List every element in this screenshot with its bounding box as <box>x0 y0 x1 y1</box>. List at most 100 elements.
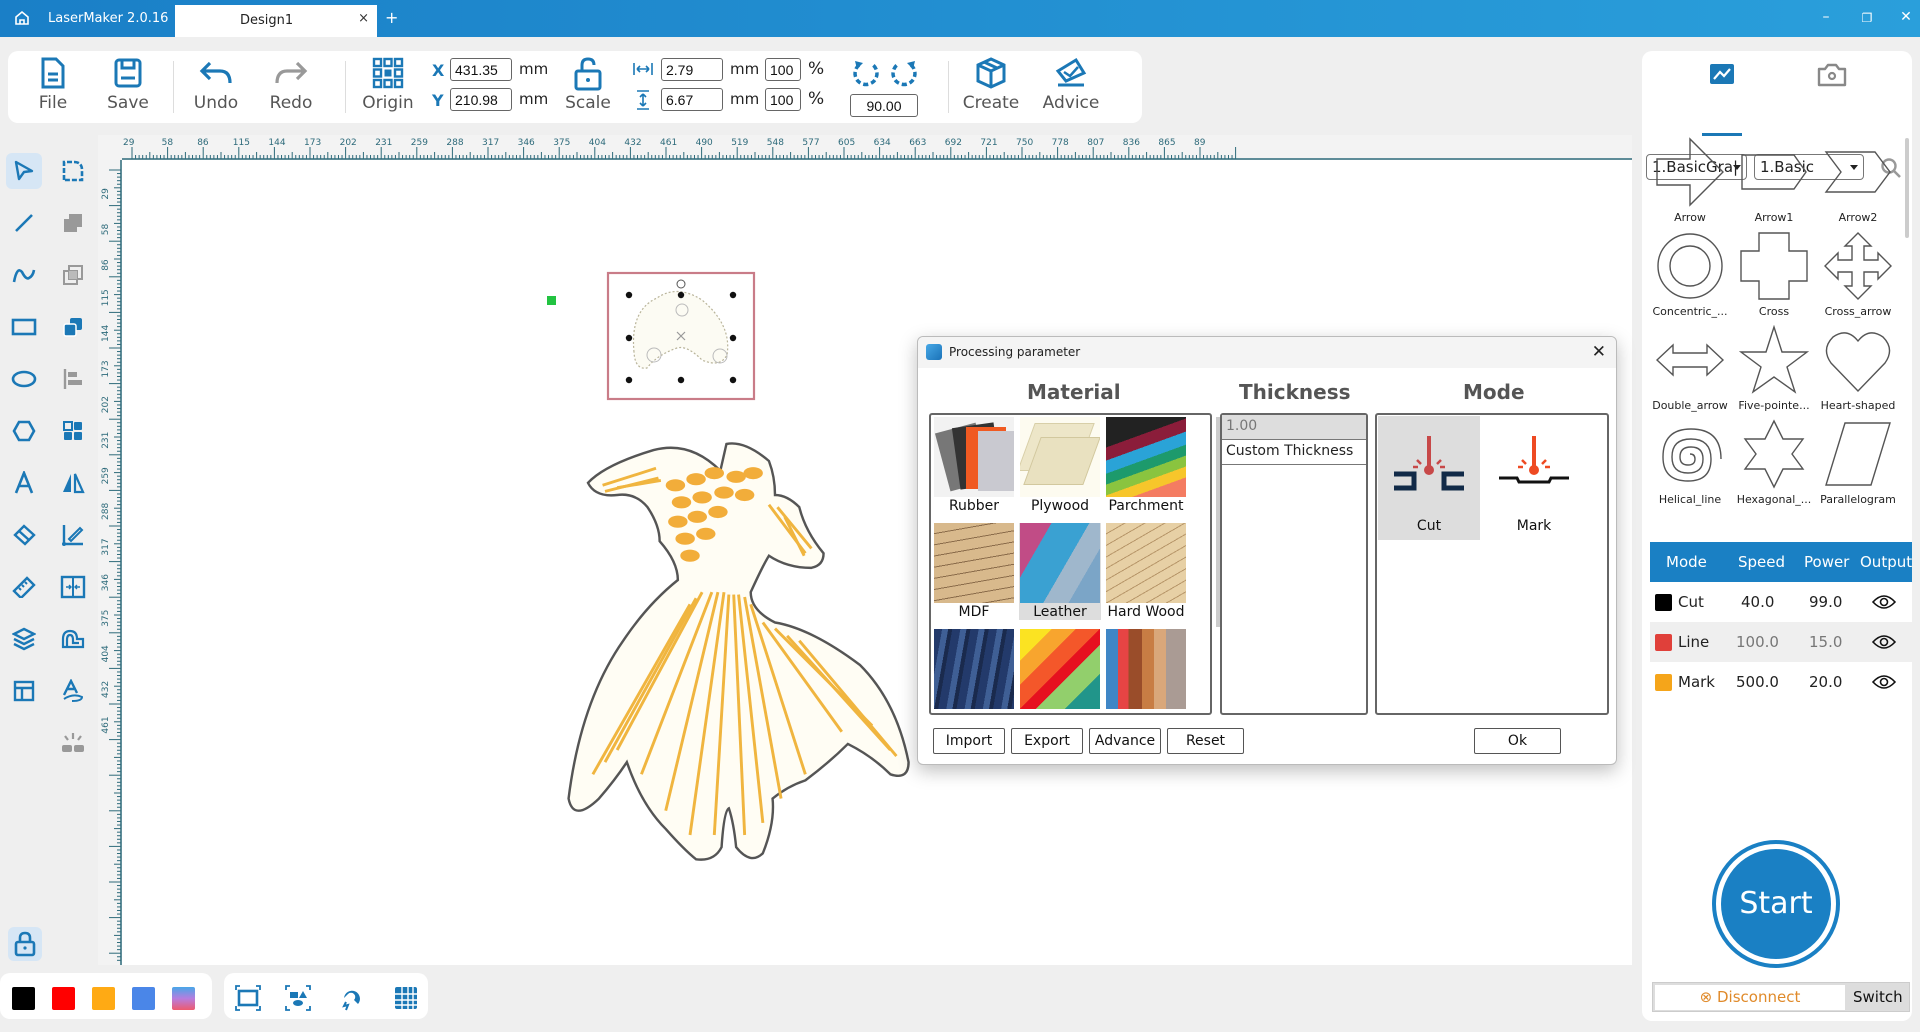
ok-button[interactable]: Ok <box>1474 728 1561 754</box>
tab-close-icon[interactable]: × <box>358 11 369 26</box>
thickness-option-1[interactable]: 1.00 <box>1222 415 1366 440</box>
vertical-ruler[interactable]: 29 58 86 115 144 173 202 231 259 288 317 346 375 404 4… <box>98 135 122 965</box>
layers-tool[interactable] <box>6 621 42 657</box>
laser-tool[interactable] <box>55 725 91 761</box>
eye-icon[interactable] <box>1872 634 1896 650</box>
reset-button[interactable]: Reset <box>1167 728 1244 754</box>
file-button[interactable]: File <box>23 57 83 113</box>
redo-button[interactable]: Redo <box>261 57 321 113</box>
shape-five-pointed-star[interactable]: Five-pointe... <box>1732 323 1816 417</box>
material-acrylic[interactable] <box>1019 629 1101 709</box>
color-swatch-black[interactable] <box>12 987 35 1010</box>
grid-icon[interactable] <box>392 984 420 1012</box>
material-rubber[interactable]: Rubber <box>933 417 1015 514</box>
array-tool[interactable] <box>55 413 91 449</box>
align-tool[interactable] <box>55 361 91 397</box>
polygon-tool[interactable] <box>6 413 42 449</box>
shape-concentric[interactable]: Concentric_... <box>1648 229 1732 323</box>
height-percent-input[interactable] <box>765 88 801 111</box>
mode-cut[interactable]: Cut <box>1378 416 1480 540</box>
origin-button[interactable]: Origin <box>358 57 418 113</box>
color-swatch-gradient[interactable] <box>172 987 195 1010</box>
export-button[interactable]: Export <box>1011 728 1083 754</box>
text-path-tool[interactable] <box>55 673 91 709</box>
horizontal-ruler[interactable]: mm29588611514417320223125928831734637540… <box>98 135 1632 160</box>
material-fabric[interactable] <box>1105 629 1187 709</box>
shape-cross-arrow[interactable]: Cross_arrow <box>1816 229 1900 323</box>
rotate-left-icon[interactable] <box>851 59 881 89</box>
x-position-input[interactable] <box>450 58 512 81</box>
material-mdf[interactable]: MDF <box>933 523 1015 620</box>
shape-library-scrollbar[interactable] <box>1905 138 1909 238</box>
layer-row-line[interactable]: Line 100.0 15.0 <box>1650 622 1912 662</box>
union-tool[interactable] <box>55 205 91 241</box>
height-input[interactable] <box>661 88 723 111</box>
rectangle-tool[interactable] <box>6 309 42 345</box>
mode-mark[interactable]: Mark <box>1483 416 1585 540</box>
shape-heart[interactable]: Heart-shaped <box>1816 323 1900 417</box>
shape-arrow1[interactable]: Arrow1 <box>1732 135 1816 229</box>
lock-button[interactable] <box>8 927 42 961</box>
layout-tool[interactable] <box>6 673 42 709</box>
layer-row-cut[interactable]: Cut 40.0 99.0 <box>1650 582 1912 622</box>
measure-edit-tool[interactable] <box>55 517 91 553</box>
color-swatch-red[interactable] <box>52 987 75 1010</box>
material-leather[interactable]: Leather <box>1019 523 1101 620</box>
mirror-tool[interactable] <box>55 465 91 501</box>
curve-tool[interactable] <box>6 257 42 293</box>
shape-cross[interactable]: Cross <box>1732 229 1816 323</box>
line-tool[interactable] <box>6 205 42 241</box>
material-plywood[interactable]: Plywood <box>1019 417 1101 514</box>
scale-lock-button[interactable]: Scale <box>558 57 618 113</box>
eye-icon[interactable] <box>1872 674 1896 690</box>
shape-library-tab-icon[interactable] <box>1703 57 1743 93</box>
eraser-tool[interactable] <box>6 517 42 553</box>
ellipse-tool[interactable] <box>6 361 42 397</box>
select-tool[interactable] <box>6 153 42 189</box>
shape-arrow[interactable]: Arrow <box>1648 135 1732 229</box>
material-hard-wood[interactable]: Hard Wood <box>1105 523 1187 620</box>
offset-tool[interactable] <box>55 621 91 657</box>
intersect-tool[interactable] <box>55 257 91 293</box>
dialog-close-icon[interactable]: ✕ <box>1592 342 1606 362</box>
disconnect-button[interactable]: ⊗ Disconnect <box>1655 985 1845 1010</box>
fit-page-icon[interactable] <box>234 984 262 1012</box>
camera-tab-icon[interactable] <box>1812 57 1852 93</box>
maximize-button[interactable]: ❐ <box>1857 11 1877 25</box>
node-edit-tool[interactable] <box>55 153 91 189</box>
text-tool[interactable] <box>6 465 42 501</box>
selected-shape[interactable] <box>602 270 762 405</box>
color-swatch-blue[interactable] <box>132 987 155 1010</box>
thickness-option-custom[interactable]: Custom Thickness <box>1222 440 1366 465</box>
subtract-tool[interactable] <box>55 309 91 345</box>
snap-magnet-icon[interactable] <box>338 984 366 1012</box>
width-percent-input[interactable] <box>765 58 801 81</box>
create-button[interactable]: Create <box>961 57 1021 113</box>
shape-helical-line[interactable]: Helical_line <box>1648 417 1732 511</box>
material-denim[interactable] <box>933 629 1015 709</box>
close-window-button[interactable]: ✕ <box>1896 9 1916 25</box>
rotation-input[interactable] <box>850 94 918 117</box>
material-parchment[interactable]: Parchment <box>1105 417 1187 514</box>
tab-design1[interactable]: Design1 × <box>175 5 377 37</box>
minimize-button[interactable]: – <box>1816 9 1836 25</box>
width-input[interactable] <box>661 58 723 81</box>
layer-row-mark[interactable]: Mark 500.0 20.0 <box>1650 662 1912 702</box>
fit-selection-icon[interactable] <box>284 984 312 1012</box>
eye-icon[interactable] <box>1872 594 1896 610</box>
switch-button[interactable]: Switch <box>1853 988 1903 1006</box>
shape-arrow2[interactable]: Arrow2 <box>1816 135 1900 229</box>
advance-button[interactable]: Advance <box>1089 728 1161 754</box>
undo-button[interactable]: Undo <box>186 57 246 113</box>
ruler-tool[interactable] <box>6 569 42 605</box>
start-button[interactable]: Start <box>1712 840 1840 968</box>
shape-double-arrow[interactable]: Double_arrow <box>1648 323 1732 417</box>
dialog-title-bar[interactable]: Processing parameter ✕ <box>918 337 1616 368</box>
advice-button[interactable]: Advice <box>1041 57 1101 113</box>
home-icon[interactable] <box>14 10 30 26</box>
y-position-input[interactable] <box>450 88 512 111</box>
shape-hexagonal-star[interactable]: Hexagonal_... <box>1732 417 1816 511</box>
save-button[interactable]: Save <box>98 57 158 113</box>
new-tab-button[interactable]: + <box>385 8 398 27</box>
rotate-right-icon[interactable] <box>889 59 919 89</box>
